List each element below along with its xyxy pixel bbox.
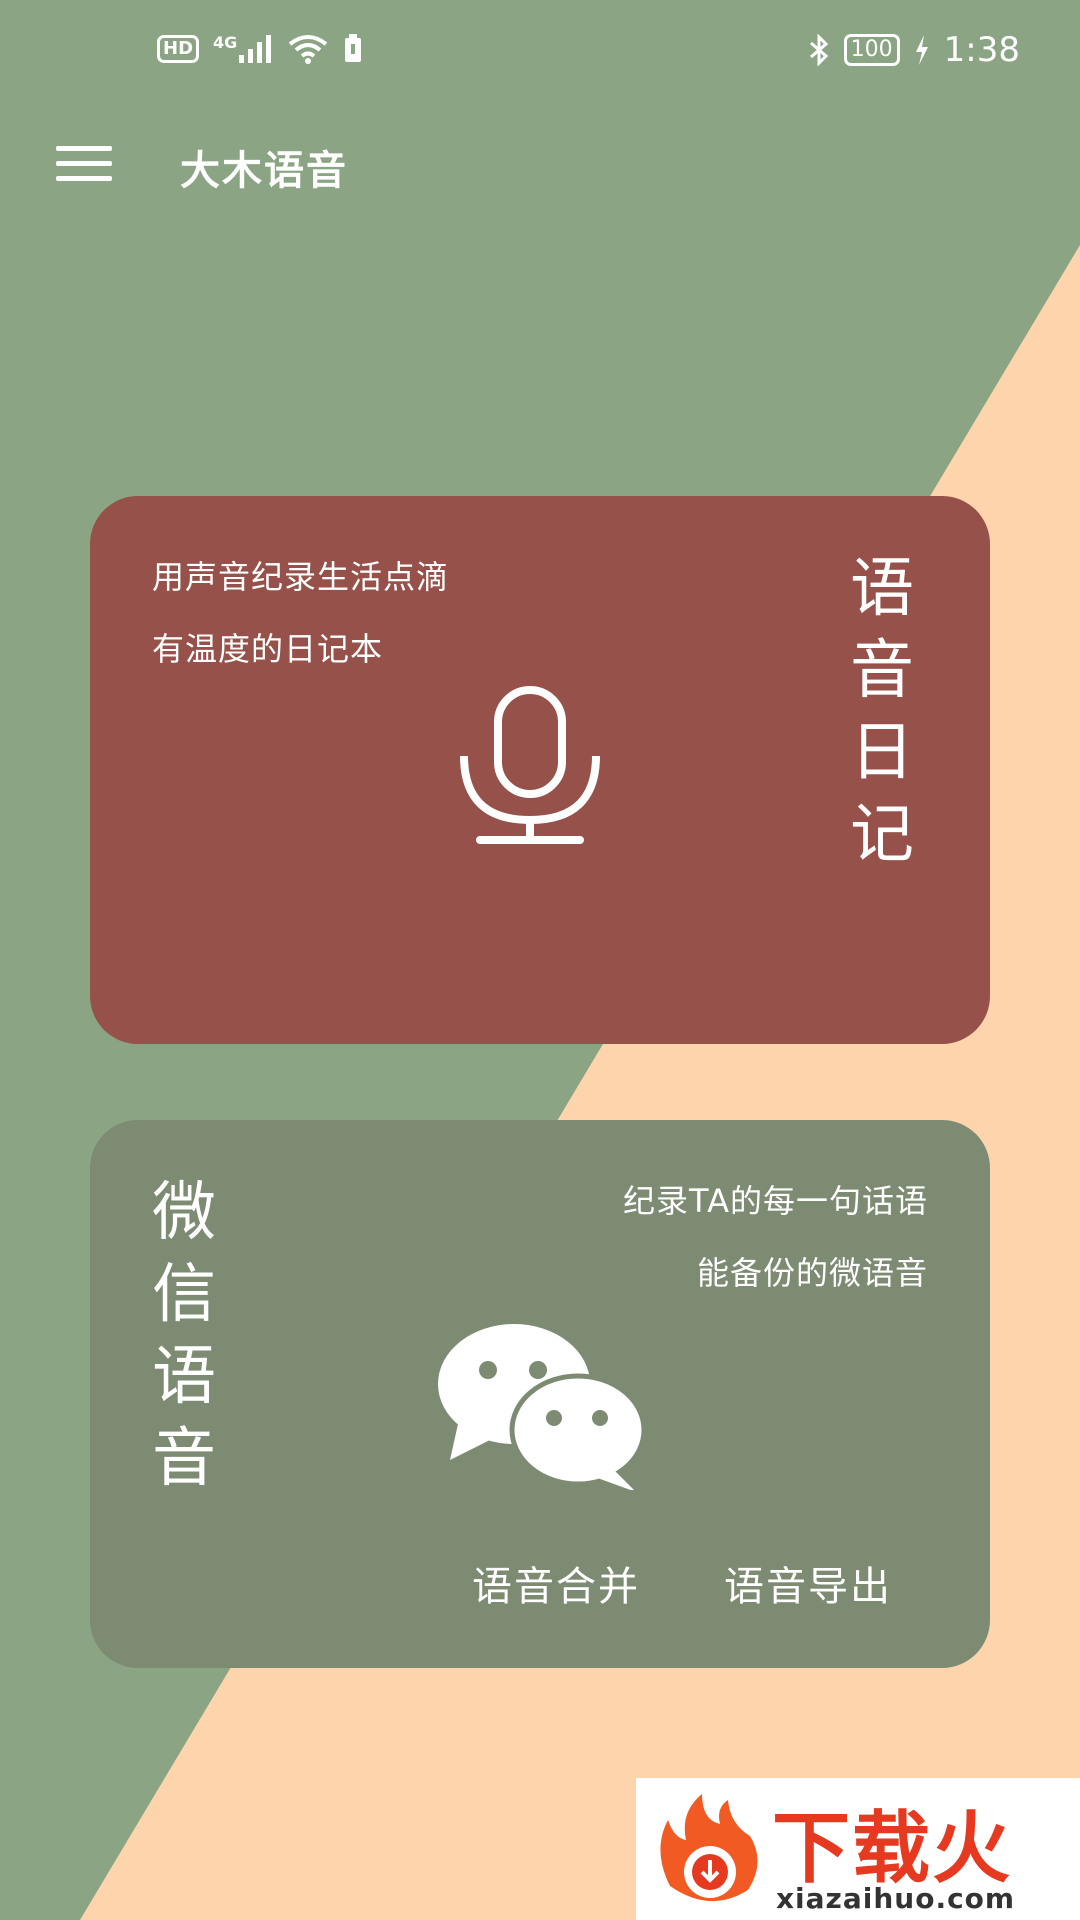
status-bar-left: HD 4G [157,32,363,64]
export-voice-button[interactable]: 语音导出 [724,1554,892,1612]
status-bar-right: 100 1:38 [808,30,1020,70]
watermark-domain: xiazaihuo.com [776,1882,1016,1915]
app-title: 大木语音 [180,148,348,194]
flame-logo-icon [660,1794,758,1902]
top-app-bar: 大木语音 [0,120,1080,220]
wechat-voice-card[interactable]: 微 信 语 音 纪录TA的每一句话语 能备份的微语音 语音合并 语音导出 [90,1120,990,1668]
wechat-title-char: 微 [152,1176,216,1250]
wechat-slogan-1: 纪录TA的每一句话语 [623,1182,928,1220]
wechat-title-char: 信 [152,1258,216,1332]
diary-slogan-1: 用声音纪录生活点滴 [152,558,450,596]
sim-icon [345,34,362,62]
diary-slogan-2: 有温度的日记本 [152,630,384,668]
signal-icon [239,35,272,63]
network-type: 4G [213,32,238,52]
bluetooth-icon [809,34,828,66]
diary-title: 语 音 日 记 [842,548,922,876]
microphone-icon [460,686,600,844]
diary-title-char: 音 [850,634,914,708]
watermark: 下载火 xiazaihuo.com [636,1778,1080,1920]
diary-title-char: 日 [850,716,914,790]
menu-icon[interactable] [56,146,112,182]
status-bar: HD 4G 100 1:38 [0,0,1080,100]
wifi-icon [289,35,328,64]
charging-icon [915,35,928,65]
status-time: 1:38 [943,30,1020,70]
wechat-icon [438,1324,647,1490]
battery-icon: 100 [843,34,900,66]
hd-icon: HD [157,35,200,63]
voice-diary-card[interactable]: 用声音纪录生活点滴 有温度的日记本 语 音 日 记 [90,496,990,1044]
wechat-title-char: 音 [152,1422,216,1496]
diary-title-char: 记 [850,798,914,872]
merge-voice-button[interactable]: 语音合并 [472,1554,640,1612]
wechat-slogan-2: 能备份的微语音 [696,1254,928,1292]
wechat-title: 微 信 语 音 [144,1172,224,1500]
wechat-title-char: 语 [152,1340,216,1414]
diary-title-char: 语 [850,552,914,626]
